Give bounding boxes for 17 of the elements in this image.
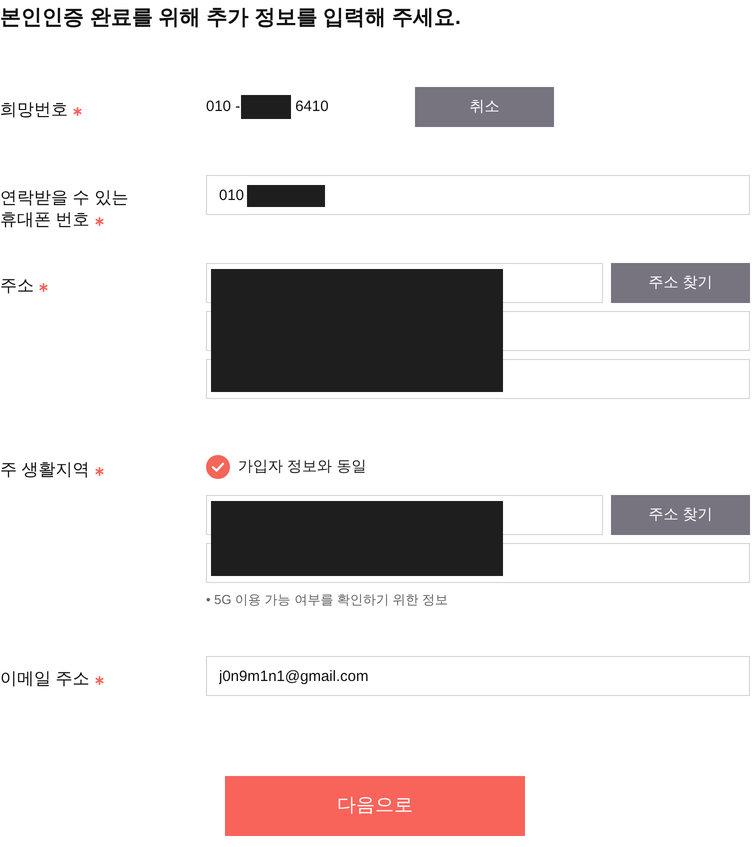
next-button[interactable]: 다음으로 (225, 776, 525, 836)
field-label: 주소 (0, 276, 34, 295)
cancel-button[interactable]: 취소 (415, 87, 554, 127)
find-address-button[interactable]: 주소 찾기 (611, 263, 750, 303)
input-field[interactable]: j0n9m1n1@gmail.com (206, 656, 750, 696)
field-label: 이메일 주소 (0, 669, 90, 688)
input-field[interactable]: 010 (206, 175, 750, 215)
find-address-button[interactable]: 주소 찾기 (611, 495, 750, 535)
field-label: 주 생활지역 (0, 460, 90, 479)
field-label: 희망번호 (0, 100, 68, 119)
checkbox-label: 가입자 정보와 동일 (238, 456, 366, 477)
page-title: 본인인증 완료를 위해 추가 정보를 입력해 주세요. (0, 5, 462, 31)
field-label: 연락받을 수 있는 휴대폰 번호 (0, 188, 128, 229)
phone-suffix-text: 6410 (295, 96, 329, 117)
checkbox[interactable] (206, 455, 230, 479)
phone-prefix-text: 010 - (206, 96, 240, 117)
hint-text: • 5G 이용 가능 여부를 확인하기 위한 정보 (206, 591, 450, 608)
